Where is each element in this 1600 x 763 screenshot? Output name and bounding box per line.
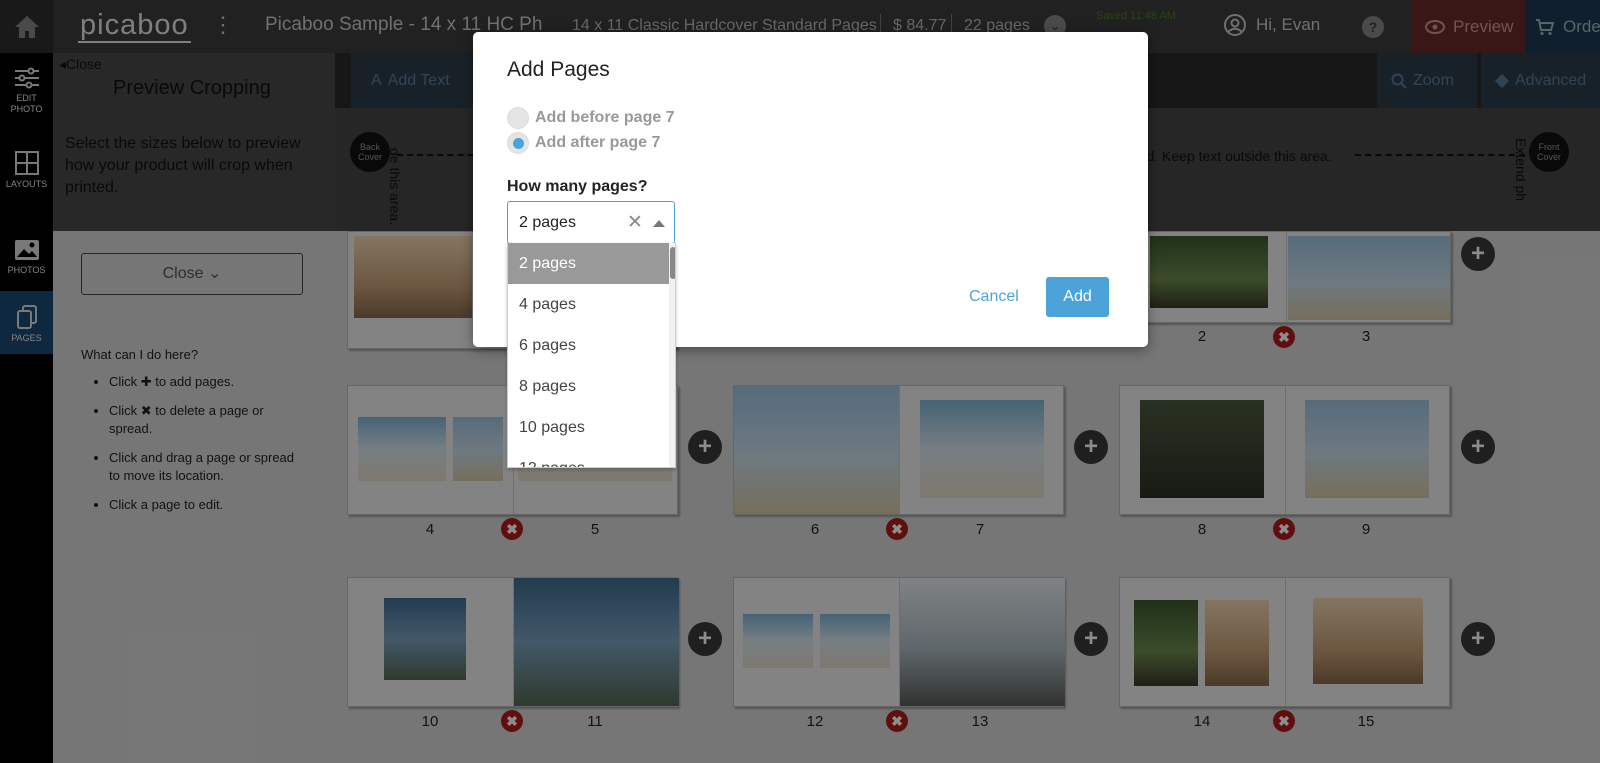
option-label: Add before page 7	[535, 109, 675, 126]
radio-button-selected[interactable]	[507, 132, 529, 154]
option-6-pages[interactable]: 6 pages	[508, 325, 669, 366]
clear-icon[interactable]: ✕	[627, 211, 643, 234]
option-4-pages[interactable]: 4 pages	[508, 284, 669, 325]
page-count-select[interactable]: 2 pages ✕	[507, 201, 675, 244]
option-add-after[interactable]: Add after page 7	[507, 132, 660, 154]
option-10-pages[interactable]: 10 pages	[508, 407, 669, 448]
option-12-pages[interactable]: 12 pages	[508, 448, 669, 467]
page-count-label: How many pages?	[507, 178, 648, 195]
dropdown-scrollbar[interactable]	[669, 243, 675, 467]
radio-button[interactable]	[507, 107, 529, 129]
cancel-button[interactable]: Cancel	[969, 288, 1019, 306]
add-button[interactable]: Add	[1046, 277, 1109, 317]
option-2-pages[interactable]: 2 pages	[508, 243, 669, 284]
option-label: Add after page 7	[535, 134, 661, 151]
app-root: picaboo ⋮ Picaboo Sample - 14 x 11 HC Ph…	[0, 0, 1600, 763]
page-count-options: 2 pages 4 pages 6 pages 8 pages 10 pages…	[507, 243, 676, 468]
chevron-up-icon[interactable]	[653, 220, 665, 227]
scrollbar-thumb[interactable]	[670, 247, 675, 279]
option-add-before[interactable]: Add before page 7	[507, 107, 675, 129]
option-8-pages[interactable]: 8 pages	[508, 366, 669, 407]
dialog-title: Add Pages	[507, 58, 610, 81]
select-value: 2 pages	[519, 214, 576, 231]
